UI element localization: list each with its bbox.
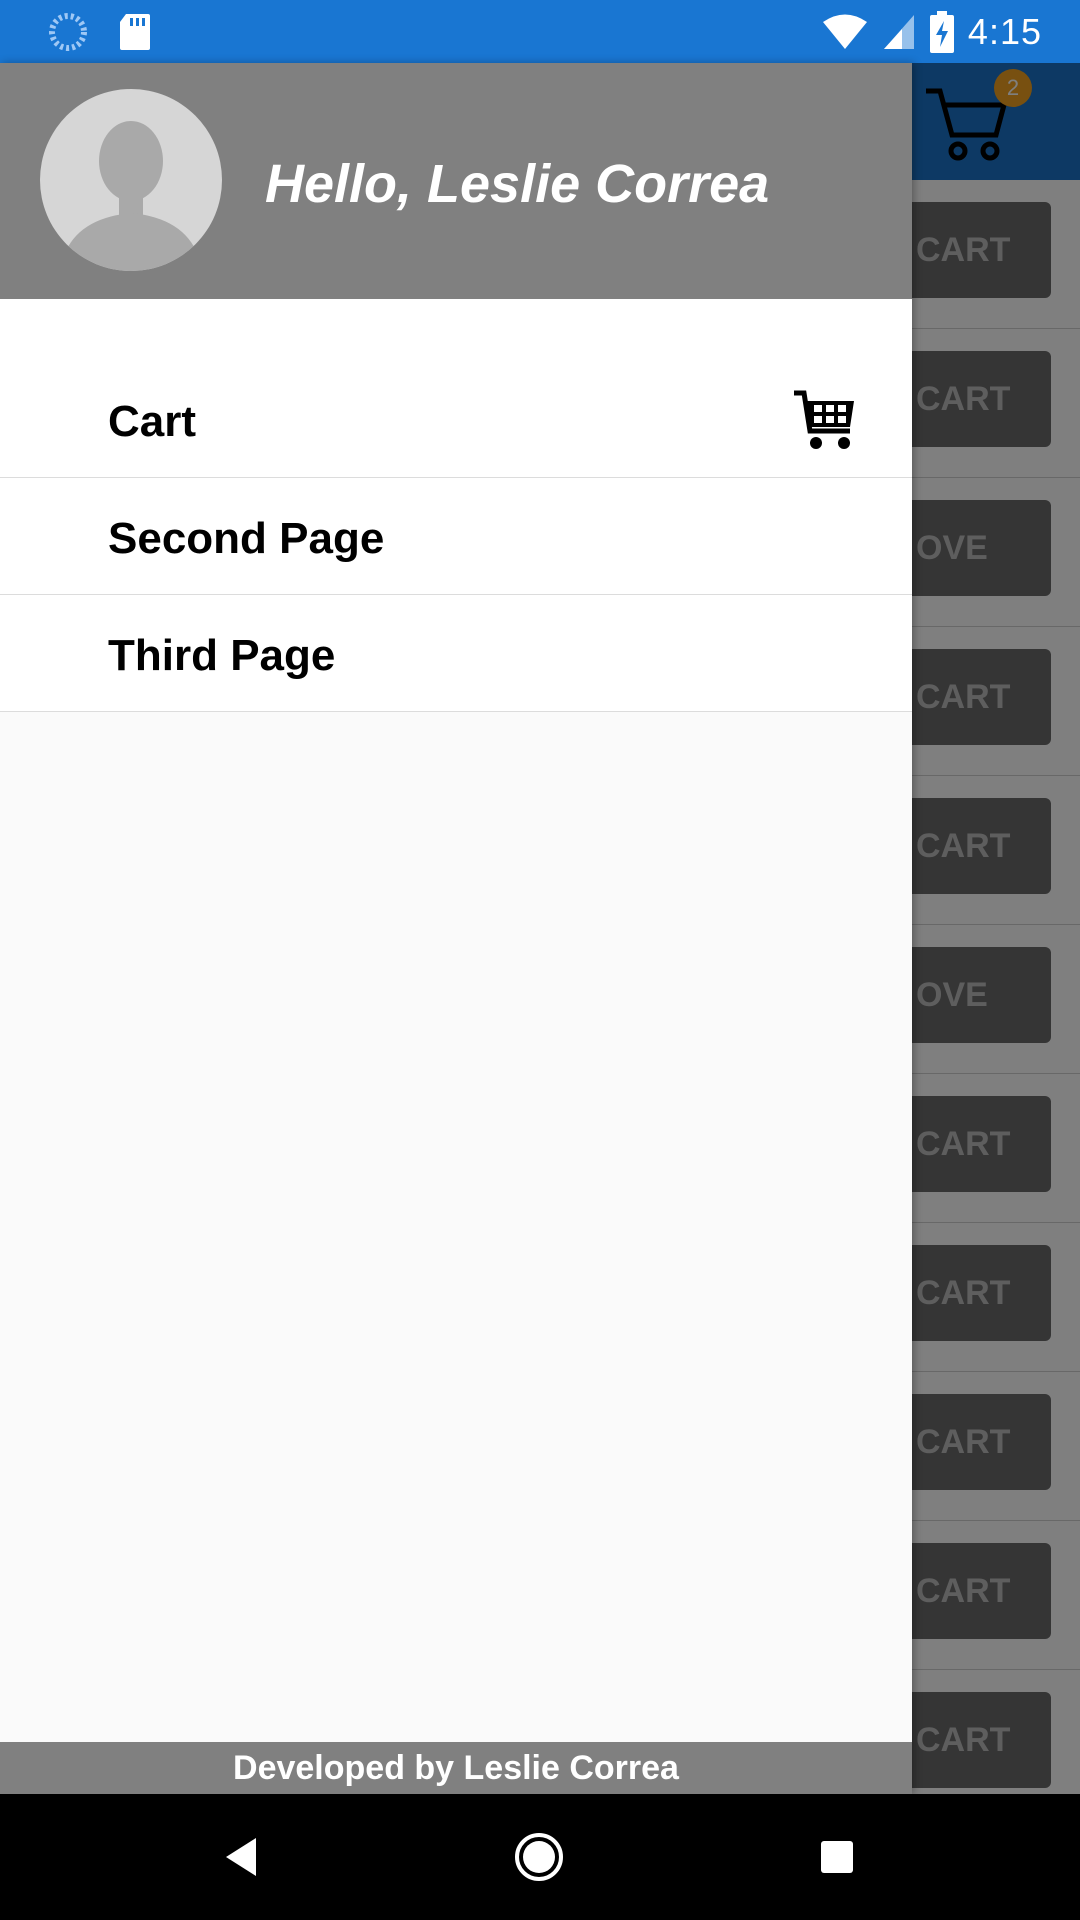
sync-icon [49,13,87,51]
status-left-icons [48,12,152,52]
navigation-drawer: Hello, Leslie Correa Cart Second Page Th… [0,63,912,1794]
menu-item-label: Second Page [108,514,385,563]
user-silhouette-icon [60,121,202,271]
menu-item-label: Cart [108,397,197,446]
sd-card-icon [120,14,150,50]
shopping-cart-icon [794,390,854,449]
drawer-header: Hello, Leslie Correa [0,63,912,299]
status-time: 4:15 [967,11,1042,52]
battery-charging-icon [929,11,954,53]
system-nav-bar [0,1794,1080,1920]
menu-item-third-page[interactable]: Third Page [0,595,912,712]
menu-item-second-page[interactable]: Second Page [0,478,912,595]
back-icon[interactable] [208,1824,274,1890]
greeting-text: Hello, Leslie Correa [265,154,770,214]
menu-item-cart[interactable]: Cart [0,361,912,478]
drawer-menu: Cart Second Page Third Page [0,299,912,712]
wifi-icon [822,14,867,49]
status-bar: 4:15 [0,0,1080,63]
recents-icon[interactable] [804,1824,870,1890]
avatar [40,89,222,271]
menu-item-label: Third Page [108,631,336,680]
signal-icon [883,15,914,49]
home-icon[interactable] [506,1824,572,1890]
drawer-footer: Developed by Leslie Correa [0,1742,912,1794]
status-right: 4:15 [822,8,1042,56]
